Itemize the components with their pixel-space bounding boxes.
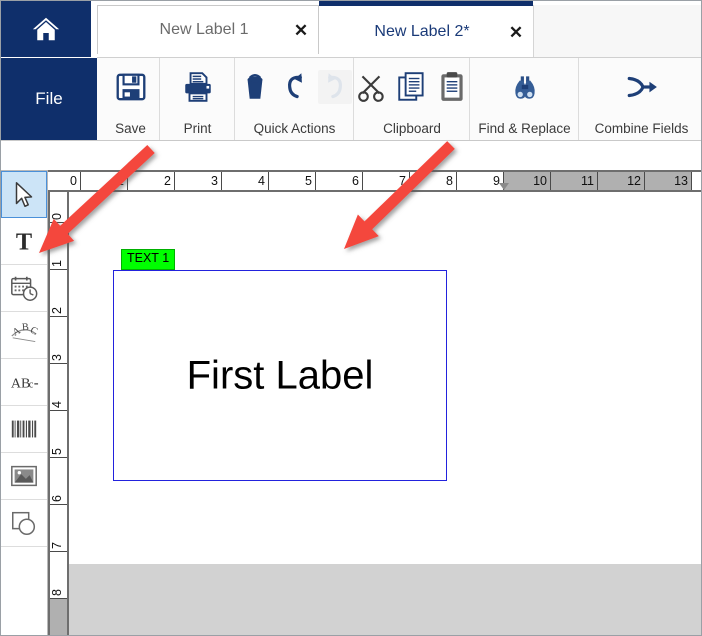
ruler-tick-h-2: 2	[128, 172, 175, 190]
ribbon-group-label: Save	[115, 121, 146, 136]
ribbon-group-label: Find & Replace	[478, 121, 571, 136]
ruler-tick-h-0: 0	[48, 172, 81, 190]
trash-icon[interactable]	[238, 70, 272, 104]
ruler-tick-v-2: 2	[50, 270, 67, 317]
svg-text:C: C	[28, 325, 39, 338]
workspace: T A B C AB c 0 1 2 3 4 5 6 7 8 9 10 11 1…	[1, 141, 701, 635]
ruler-tick-v-8: 8	[50, 552, 67, 599]
ruler-tick-v-9: 9	[50, 599, 67, 635]
vertical-ruler[interactable]: 0123456789	[48, 192, 69, 635]
ribbon-group-label: Quick Actions	[253, 121, 336, 136]
ruler-tick-v-6: 6	[50, 458, 67, 505]
tool-barcode[interactable]	[1, 406, 47, 453]
ruler-tick-h-11: 11	[551, 172, 598, 190]
ruler-tick-h-3: 3	[175, 172, 222, 190]
merge-arrow-icon[interactable]	[625, 70, 659, 104]
ribbon-group-combine-fields: Combine Fields	[580, 58, 701, 140]
home-button[interactable]	[1, 1, 91, 57]
svg-text:c: c	[29, 380, 34, 391]
tool-text[interactable]: T	[1, 218, 47, 265]
close-icon[interactable]: ✕	[284, 22, 318, 39]
calendar-clock-icon	[9, 273, 39, 303]
curved-text-abc-icon: A B C	[9, 320, 39, 350]
tool-curved-text[interactable]: A B C	[1, 312, 47, 359]
ruler-tick-v-5: 5	[50, 411, 67, 458]
tab-new-label-1[interactable]: New Label 1 ✕	[97, 5, 319, 54]
svg-text:B: B	[22, 322, 30, 333]
tool-palette: T A B C AB c	[1, 170, 48, 635]
ribbon-toolbar: File Save Print Quick Actions Clipboard …	[1, 58, 701, 141]
ribbon-group-quick-actions: Quick Actions	[236, 58, 354, 140]
tab-bar: New Label 1 ✕ New Label 2* ✕	[1, 1, 701, 58]
ruler-tick-h-4: 4	[222, 172, 269, 190]
binoculars-icon[interactable]	[508, 70, 542, 104]
home-icon	[31, 14, 61, 44]
tab-label: New Label 2*	[374, 23, 470, 40]
horizontal-margin-marker[interactable]	[499, 183, 509, 190]
ruler-tick-h-8: 8	[410, 172, 457, 190]
barcode-icon	[9, 414, 39, 444]
ruler-tick-h-10: 10	[504, 172, 551, 190]
ribbon-group-print: Print	[161, 58, 235, 140]
copy-icon[interactable]	[395, 70, 429, 104]
tool-shape[interactable]	[1, 500, 47, 547]
shape-square-circle-icon	[9, 508, 39, 538]
counter-abc-icon: AB c	[9, 367, 39, 397]
ruler-tick-h-6: 6	[316, 172, 363, 190]
file-menu-button[interactable]: File	[1, 58, 97, 140]
ruler-tick-h-1: 1	[81, 172, 128, 190]
label-object-box[interactable]: First Label	[113, 270, 447, 481]
ruler-tick-h-5: 5	[269, 172, 316, 190]
tab-bar-filler	[533, 5, 701, 58]
ribbon-group-label: Print	[183, 121, 212, 136]
ribbon-group-label: Combine Fields	[594, 121, 689, 136]
ribbon-group-clipboard: Clipboard	[355, 58, 470, 140]
horizontal-ruler[interactable]: 0 1 2 3 4 5 6 7 8 9 10 11 12 13	[48, 170, 701, 192]
ruler-tick-v-3: 3	[50, 317, 67, 364]
paste-icon[interactable]	[435, 70, 469, 104]
ruler-tick-h-7: 7	[363, 172, 410, 190]
ruler-tick-v-1: 1	[50, 223, 67, 270]
image-picture-icon	[9, 461, 39, 491]
page-out-of-bounds-bottom	[69, 564, 701, 635]
ruler-tick-h-12: 12	[598, 172, 645, 190]
object-tag-text1[interactable]: TEXT 1	[121, 249, 176, 270]
application-window: New Label 1 ✕ New Label 2* ✕ File Save P…	[0, 0, 702, 636]
printer-icon[interactable]	[181, 70, 215, 104]
label-canvas[interactable]: TEXT 1 First Label	[69, 192, 701, 635]
cursor-arrow-icon	[9, 180, 39, 210]
label-text-content: First Label	[186, 353, 374, 397]
redo-icon	[317, 70, 352, 104]
ruler-tick-v-0: 0	[50, 192, 67, 223]
close-icon[interactable]: ✕	[499, 24, 533, 41]
save-floppy-icon[interactable]	[114, 70, 148, 104]
undo-icon[interactable]	[278, 70, 312, 104]
ribbon-group-label: Clipboard	[383, 121, 441, 136]
tool-date-time[interactable]	[1, 265, 47, 312]
scissors-icon[interactable]	[355, 70, 389, 104]
svg-text:AB: AB	[11, 376, 31, 392]
ruler-tick-h-13: 13	[645, 172, 692, 190]
ribbon-group-save: Save	[102, 58, 160, 140]
tab-new-label-2[interactable]: New Label 2* ✕	[319, 1, 533, 58]
tool-select-pointer[interactable]	[1, 171, 47, 218]
ruler-tick-v-4: 4	[50, 364, 67, 411]
tab-label: New Label 1	[159, 21, 249, 38]
tool-image[interactable]	[1, 453, 47, 500]
text-t-icon: T	[9, 226, 39, 256]
ruler-tick-v-7: 7	[50, 505, 67, 552]
svg-text:T: T	[16, 228, 32, 255]
tool-counter[interactable]: AB c	[1, 359, 47, 406]
ruler-tick-h-9: 9	[457, 172, 504, 190]
ribbon-group-find-replace: Find & Replace	[471, 58, 579, 140]
